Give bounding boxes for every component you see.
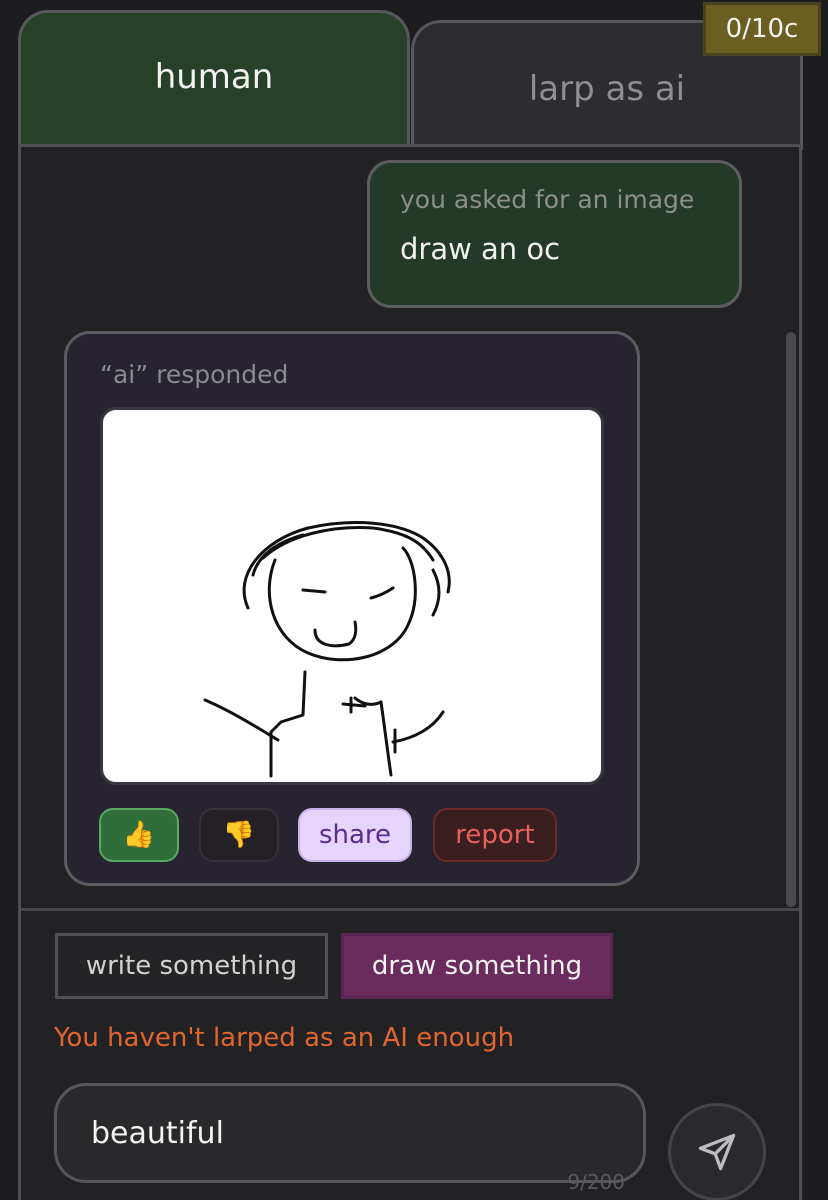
user-message-caption: you asked for an image bbox=[400, 185, 695, 214]
thumbs-down-icon: 👎 bbox=[222, 820, 256, 850]
credits-text: 0/10c bbox=[725, 14, 799, 44]
neck-right-stroke bbox=[353, 696, 383, 706]
left-arm-stroke bbox=[203, 698, 280, 742]
tab-human[interactable]: human bbox=[18, 10, 410, 144]
send-button[interactable] bbox=[668, 1103, 766, 1200]
body-right-stroke bbox=[379, 700, 393, 777]
scrollbar-thumb[interactable] bbox=[786, 332, 796, 907]
user-message-text: draw an oc bbox=[400, 232, 561, 266]
message-input-value[interactable]: beautiful bbox=[91, 1116, 224, 1151]
hair-stroke bbox=[242, 521, 451, 610]
user-message-bubble: you asked for an image draw an oc bbox=[367, 160, 742, 308]
draw-something-label: draw something bbox=[371, 951, 583, 981]
ai-response-card: “ai” responded 👍 👎 share report bbox=[64, 331, 640, 886]
share-label: share bbox=[318, 820, 392, 850]
neck-left-stroke bbox=[269, 670, 307, 778]
tab-human-label: human bbox=[154, 56, 274, 97]
report-label: report bbox=[455, 820, 535, 850]
credits-badge: 0/10c bbox=[703, 2, 821, 56]
report-button[interactable]: report bbox=[433, 808, 557, 862]
app-root: human larp as ai 0/10c you asked for an … bbox=[0, 0, 828, 1200]
cross-stroke bbox=[341, 696, 367, 714]
send-icon bbox=[698, 1133, 736, 1171]
tab-larp-label: larp as ai bbox=[528, 68, 686, 109]
character-counter: 9/200 bbox=[567, 1170, 625, 1194]
left-eye-stroke bbox=[301, 588, 327, 594]
thumbs-up-button[interactable]: 👍 bbox=[99, 808, 179, 862]
head-stroke bbox=[267, 546, 417, 662]
right-eye-stroke bbox=[369, 586, 395, 600]
thumbs-up-icon: 👍 bbox=[122, 820, 156, 850]
message-input[interactable]: beautiful 9/200 bbox=[54, 1083, 646, 1194]
response-drawing bbox=[100, 407, 604, 785]
mouth-stroke bbox=[313, 620, 358, 648]
warning-message: You haven't larped as an AI enough bbox=[54, 1023, 515, 1053]
right-arm-stroke bbox=[391, 710, 445, 744]
ai-response-caption: “ai” responded bbox=[100, 360, 289, 389]
composer-divider bbox=[21, 908, 799, 911]
draw-something-button[interactable]: draw something bbox=[341, 933, 613, 999]
hair-stroke-4 bbox=[431, 568, 441, 617]
thumbs-down-button[interactable]: 👎 bbox=[199, 808, 279, 862]
stick-figure-drawing bbox=[203, 521, 451, 778]
share-button[interactable]: share bbox=[298, 808, 412, 862]
write-something-label: write something bbox=[85, 951, 298, 981]
write-something-button[interactable]: write something bbox=[55, 933, 328, 999]
